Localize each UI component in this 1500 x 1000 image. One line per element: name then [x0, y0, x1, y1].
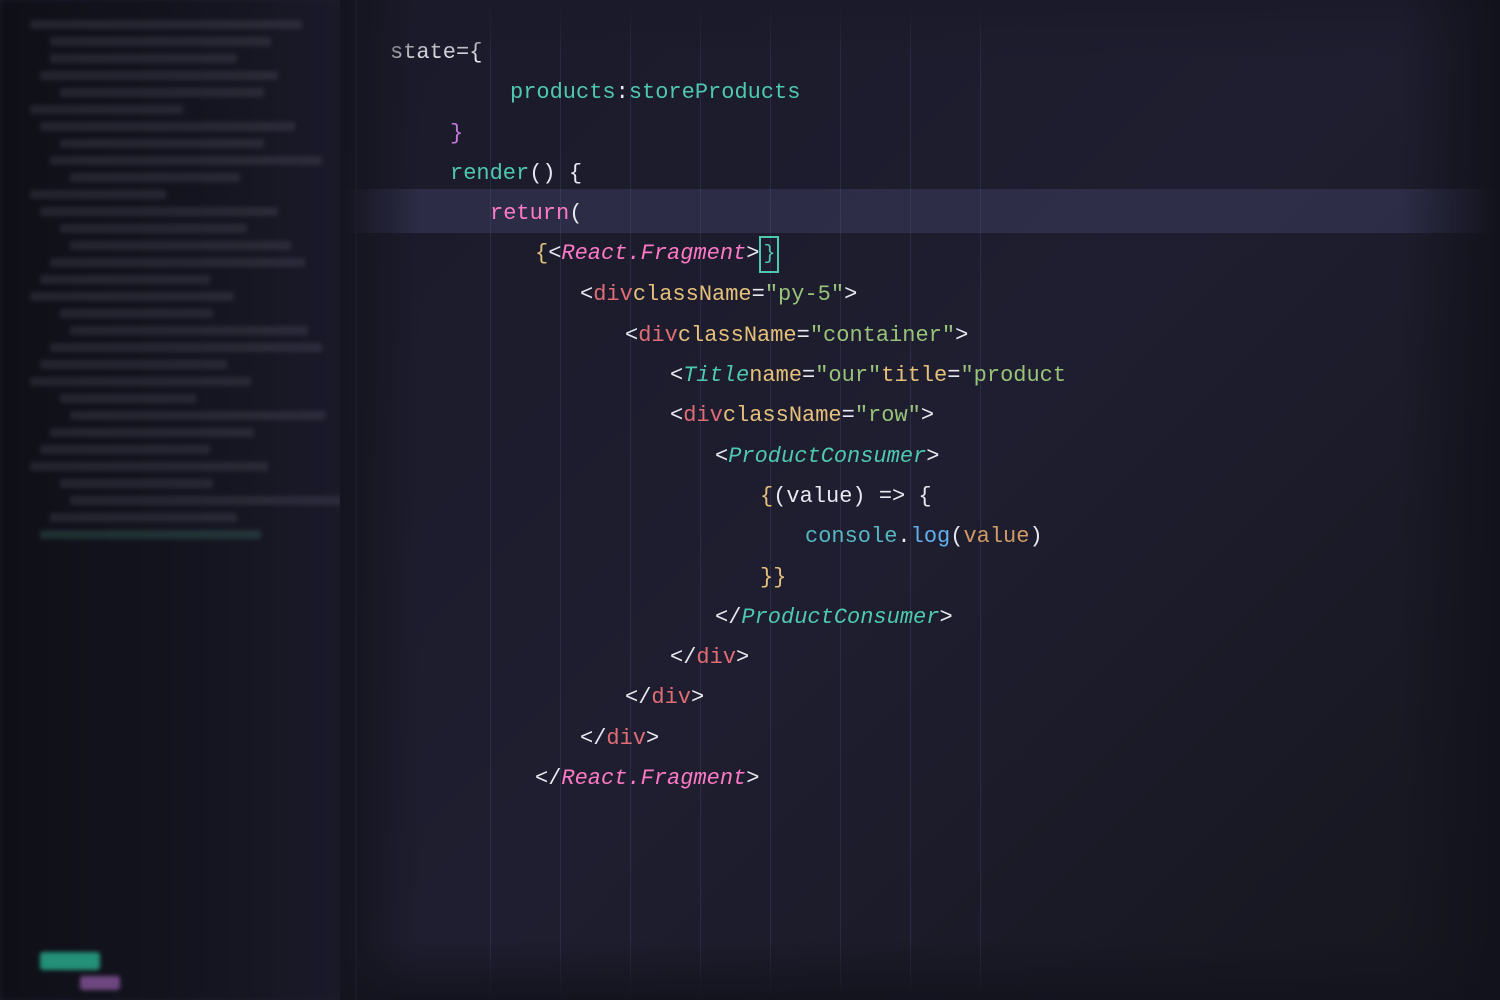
code-token: >: [926, 439, 939, 475]
code-line-18: </div>: [390, 721, 1500, 757]
code-token: "py-5": [765, 277, 844, 313]
code-token: >: [746, 236, 759, 272]
code-line-13: console.log(value): [390, 519, 1500, 555]
code-token: ): [1029, 519, 1042, 555]
code-token: (: [950, 519, 963, 555]
code-line-5: return (: [390, 196, 1500, 232]
code-line-16: </div>: [390, 640, 1500, 676]
code-token: =: [797, 318, 810, 354]
code-token: log: [911, 519, 951, 555]
code-token: <: [548, 236, 561, 272]
code-token: div: [696, 640, 736, 676]
code-token: .: [897, 519, 910, 555]
code-editor-screen: state={ products: storeProducts } render…: [0, 0, 1500, 1000]
code-token: className: [723, 398, 842, 434]
code-token: () {: [529, 156, 582, 192]
code-token: value: [963, 519, 1029, 555]
code-token: {: [760, 479, 773, 515]
code-token: >: [691, 680, 704, 716]
code-token: (value) => {: [773, 479, 931, 515]
code-token: >: [746, 761, 759, 797]
code-token: {: [535, 236, 548, 272]
code-line-4: render() {: [390, 156, 1500, 192]
code-token: >: [844, 277, 857, 313]
code-token: React.Fragment: [561, 761, 746, 797]
code-line-12: {(value) => {: [390, 479, 1500, 515]
code-token: "row": [855, 398, 921, 434]
code-token: =: [802, 358, 815, 394]
code-line-17: </div>: [390, 680, 1500, 716]
sidebar-panel: [0, 0, 360, 1000]
code-token: name: [749, 358, 802, 394]
code-token: <: [580, 277, 593, 313]
code-line-7: <div className="py-5">: [390, 277, 1500, 313]
code-content: state={ products: storeProducts } render…: [390, 10, 1500, 1000]
code-token: ProductConsumer: [728, 439, 926, 475]
sidebar-code-lines: [0, 0, 360, 559]
code-token: div: [683, 398, 723, 434]
code-token: <: [670, 358, 683, 394]
code-token: }: [450, 116, 463, 152]
code-token: div: [593, 277, 633, 313]
code-token: </: [580, 721, 606, 757]
code-token: <: [670, 398, 683, 434]
code-token: Title: [683, 358, 749, 394]
code-token: =: [752, 277, 765, 313]
code-line-14: }}: [390, 560, 1500, 596]
code-token: >: [921, 398, 934, 434]
code-line-15: </ProductConsumer>: [390, 600, 1500, 636]
code-token: return: [490, 196, 569, 232]
code-token: div: [651, 680, 691, 716]
code-token: div: [606, 721, 646, 757]
code-token: React.Fragment: [561, 236, 746, 272]
code-token: div: [638, 318, 678, 354]
code-line-9: <Title name="our" title= "product: [390, 358, 1500, 394]
code-token: render: [450, 156, 529, 192]
code-token: className: [633, 277, 752, 313]
code-token: >: [736, 640, 749, 676]
code-token: title: [881, 358, 947, 394]
code-token: </: [715, 600, 741, 636]
code-token: </: [670, 640, 696, 676]
code-token: =: [842, 398, 855, 434]
code-token: "container": [810, 318, 955, 354]
sidebar-divider: [355, 0, 357, 1000]
code-line-8: <div className="container">: [390, 318, 1500, 354]
code-line-6: {<React.Fragment>}: [390, 236, 1500, 273]
code-line-3: }: [390, 116, 1500, 152]
cursor: }: [759, 236, 779, 273]
code-token: <: [715, 439, 728, 475]
code-line-19: </React.Fragment>: [390, 761, 1500, 797]
code-line-10: <div className="row">: [390, 398, 1500, 434]
code-token: products: [510, 75, 616, 111]
code-token: >: [955, 318, 968, 354]
code-token: "our": [815, 358, 881, 394]
code-editor-main: state={ products: storeProducts } render…: [340, 0, 1500, 1000]
code-token: </: [625, 680, 651, 716]
code-token: (: [569, 196, 582, 232]
code-token: >: [646, 721, 659, 757]
code-token: "product: [960, 358, 1066, 394]
code-token: }}: [760, 560, 786, 596]
code-token: state: [390, 35, 456, 71]
code-token: storeProducts: [629, 75, 801, 111]
code-token: :: [616, 75, 629, 111]
code-token: >: [939, 600, 952, 636]
code-token: ProductConsumer: [741, 600, 939, 636]
code-token: </: [535, 761, 561, 797]
code-token: console: [805, 519, 897, 555]
code-line-11: <ProductConsumer>: [390, 439, 1500, 475]
code-token: className: [678, 318, 797, 354]
code-token: =: [947, 358, 960, 394]
code-line-2: products: storeProducts: [390, 75, 1500, 111]
code-line-1: state={: [390, 35, 1500, 71]
code-token: <: [625, 318, 638, 354]
code-token: ={: [456, 35, 482, 71]
